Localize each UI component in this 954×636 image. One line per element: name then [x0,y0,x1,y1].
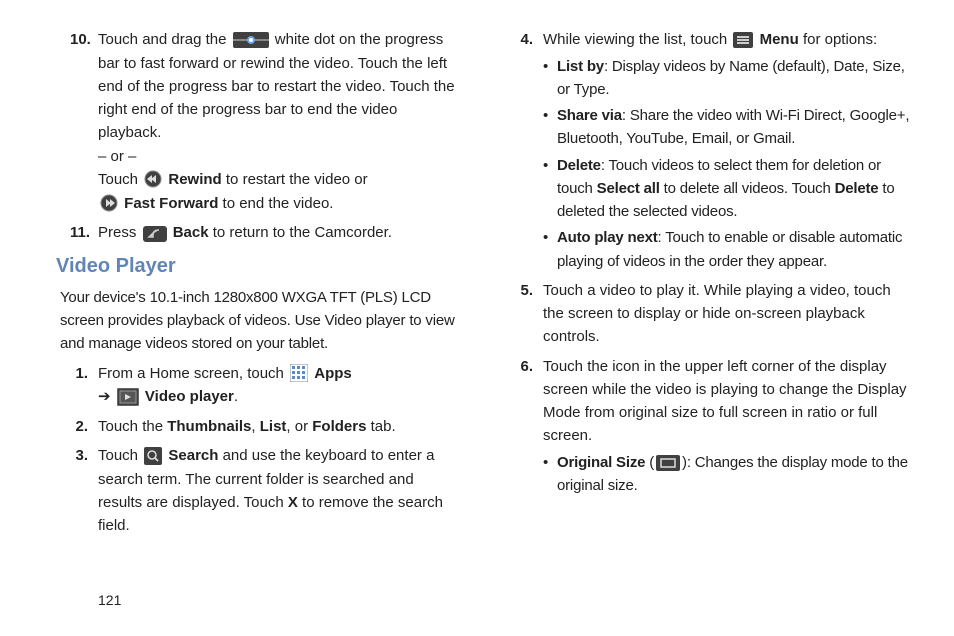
page-number: 121 [98,590,121,612]
bullet-dot: • [543,226,557,273]
or-text: – or – [98,145,459,168]
step-5: 5. Touch a video to play it. While playi… [515,279,914,349]
rewind-icon [144,168,162,191]
menu-label: Menu [760,31,799,48]
text: Press [98,224,141,241]
text: tab. [366,418,395,435]
step-number: 10. [70,28,98,215]
thumbnails-label: Thumbnails [167,418,251,435]
intro-text: Your device's 10.1-inch 1280x800 WXGA TF… [60,286,459,356]
text: Touch the [98,418,167,435]
text: ): [682,454,695,471]
search-icon [144,445,162,468]
text: to end the video. [223,195,334,212]
bullet-dot: • [543,55,557,102]
text: to delete all videos. Touch [660,180,835,197]
original-size-icon [656,451,680,474]
bullet-list-by: • List by: Display videos by Name (defau… [543,55,914,102]
step-number: 2. [70,415,98,438]
x-label: X [288,494,298,511]
left-column: 10. Touch and drag the white dot on the … [60,28,459,544]
step-body: While viewing the list, touch Menu for o… [543,28,914,273]
text: , or [286,418,312,435]
bullet-share-via: • Share via: Share the video with Wi-Fi … [543,104,914,151]
text: for options: [803,31,877,48]
rewind-label: Rewind [168,171,221,188]
step-number: 1. [70,362,98,409]
text: From a Home screen, touch [98,365,288,382]
text: , [251,418,259,435]
text: Touch and drag the [98,31,231,48]
text: to return to the Camcorder. [213,224,392,241]
text: While viewing the list, touch [543,31,731,48]
step-4: 4. While viewing the list, touch Menu fo… [515,28,914,273]
bullet-delete: • Delete: Touch videos to select them fo… [543,154,914,224]
search-label: Search [168,447,218,464]
label: Delete [557,157,601,174]
progress-bar-icon [233,28,269,51]
video-player-label: Video player [145,388,234,405]
step-number: 3. [70,444,98,537]
right-column: 4. While viewing the list, touch Menu fo… [515,28,914,544]
step-body: Touch Search and use the keyboard to ent… [98,444,459,537]
step-number: 6. [515,355,543,498]
fast-forward-label: Fast Forward [124,195,218,212]
menu-icon [733,28,753,51]
text: ( [645,454,654,471]
bullet-dot: • [543,451,557,498]
back-label: Back [173,224,209,241]
step-10: 10. Touch and drag the white dot on the … [70,28,459,215]
label: Original Size [557,454,645,471]
text: : Display videos by Name (default), Date… [557,58,905,98]
text: Touch the icon in the upper left corner … [543,358,907,445]
step-2: 2. Touch the Thumbnails, List, or Folder… [70,415,459,438]
step-number: 5. [515,279,543,349]
list-label: List [260,418,287,435]
bullet-dot: • [543,104,557,151]
video-player-icon [117,386,139,409]
select-all-label: Select all [597,180,660,197]
step-body: Press Back to return to the Camcorder. [98,221,459,245]
bullet-original-size: • Original Size ( ): Changes the display… [543,451,914,498]
text: to restart the video or [226,171,368,188]
step-body: Touch a video to play it. While playing … [543,279,914,349]
apps-label: Apps [314,365,352,382]
step-number: 4. [515,28,543,273]
label: Auto play next [557,229,658,246]
folders-label: Folders [312,418,366,435]
step-body: Touch and drag the white dot on the prog… [98,28,459,215]
step-body: Touch the icon in the upper left corner … [543,355,914,498]
apps-icon [290,362,308,385]
step-3: 3. Touch Search and use the keyboard to … [70,444,459,537]
text: . [234,388,238,405]
text: Touch [98,171,142,188]
delete-label: Delete [835,180,879,197]
step-number: 11. [70,221,98,245]
step-1: 1. From a Home screen, touch Apps ➔ [70,362,459,409]
bullet-dot: • [543,154,557,224]
step-11: 11. Press Back to return to the Camcorde… [70,221,459,245]
label: Share via [557,107,622,124]
step-6: 6. Touch the icon in the upper left corn… [515,355,914,498]
text: Touch [98,447,142,464]
back-icon [143,222,167,245]
arrow: ➔ [98,388,111,405]
step-body: Touch the Thumbnails, List, or Folders t… [98,415,459,438]
step-body: From a Home screen, touch Apps ➔ [98,362,459,409]
label: List by [557,58,604,75]
video-player-heading: Video Player [56,251,459,282]
fast-forward-icon [100,192,118,215]
bullet-auto-play: • Auto play next: Touch to enable or dis… [543,226,914,273]
